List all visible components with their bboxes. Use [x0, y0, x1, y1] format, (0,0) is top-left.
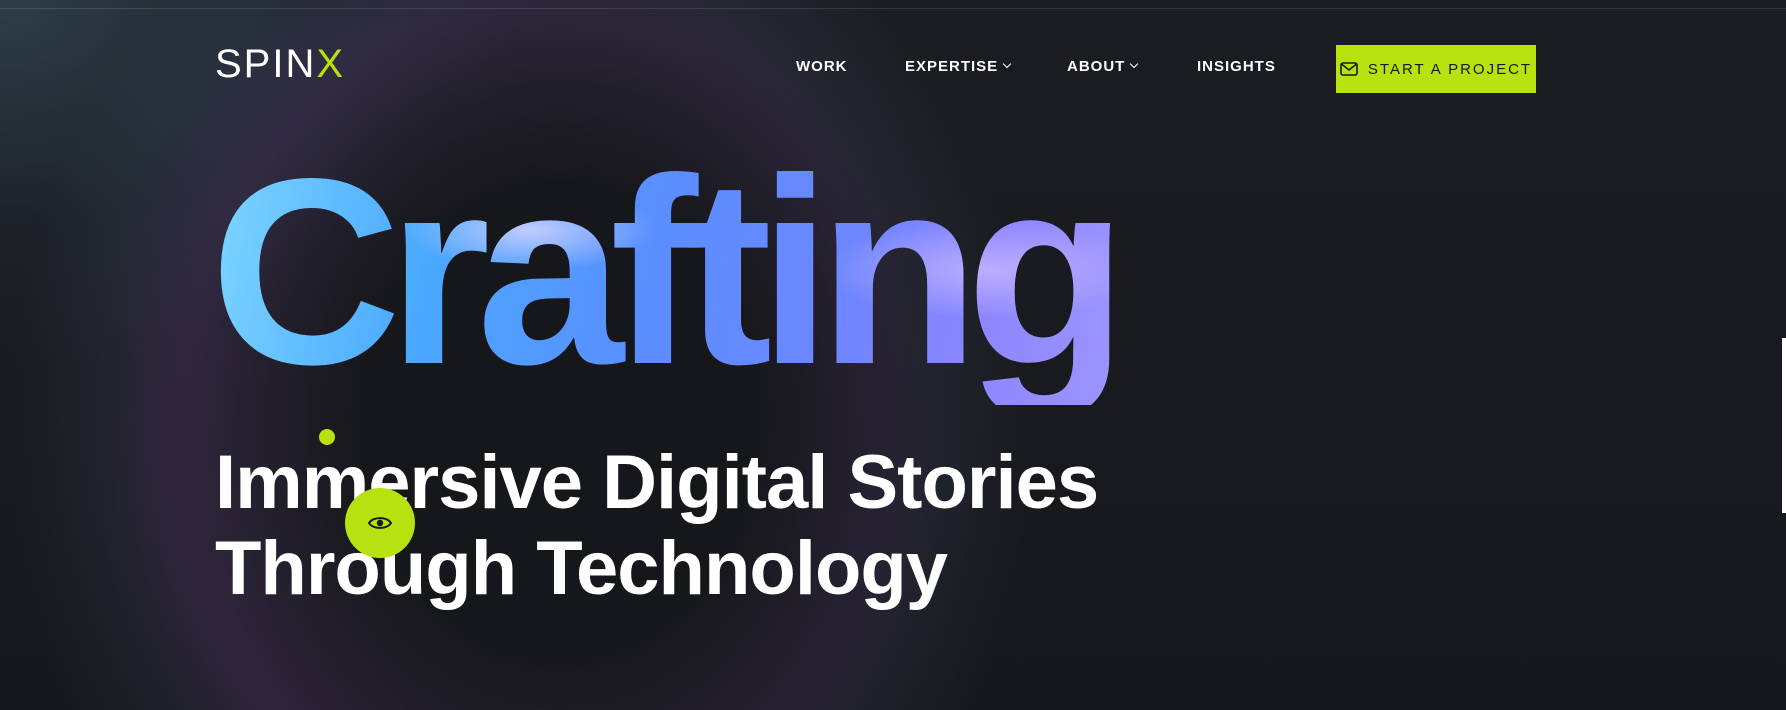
site-header: SPINX WORK EXPERTISE ABOUT INSIGHTS STAR… [0, 0, 1786, 110]
mail-icon [1340, 62, 1358, 76]
start-project-button[interactable]: START A PROJECT [1336, 45, 1536, 93]
subtitle-line-2: Through Technology [215, 526, 948, 611]
nav-item-about[interactable]: ABOUT [1067, 58, 1139, 75]
scroll-indicator[interactable] [1782, 338, 1786, 513]
logo-accent: X [316, 42, 346, 86]
nav-item-label: ABOUT [1067, 58, 1126, 75]
hero-title: Crafting [210, 124, 1114, 420]
nav-item-label: WORK [796, 58, 848, 75]
nav-item-label: INSIGHTS [1197, 58, 1276, 75]
logo[interactable]: SPINX [215, 44, 345, 84]
nav-item-work[interactable]: WORK [796, 58, 848, 75]
nav-item-expertise[interactable]: EXPERTISE [905, 58, 1012, 75]
chevron-down-icon [1130, 59, 1139, 69]
start-project-label: START A PROJECT [1367, 60, 1533, 78]
view-work-button[interactable] [345, 488, 415, 558]
logo-text: SPIN [215, 42, 317, 86]
eye-icon [367, 517, 393, 529]
chevron-down-icon [1002, 59, 1012, 69]
nav-item-label: EXPERTISE [905, 58, 999, 75]
nav-item-insights[interactable]: INSIGHTS [1197, 58, 1276, 75]
